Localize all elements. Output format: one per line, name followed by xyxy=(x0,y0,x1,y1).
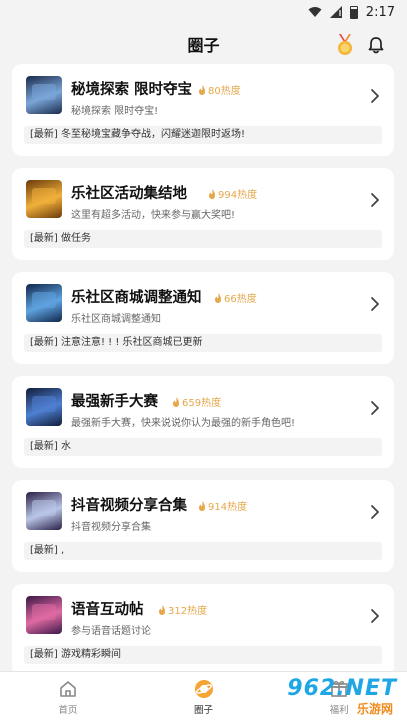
circle-heat-value: 994热度 xyxy=(218,190,258,201)
circle-heat-value: 914热度 xyxy=(208,502,248,513)
chevron-right-icon[interactable] xyxy=(370,608,380,624)
circle-description: 最强新手大赛，快来说说你认为最强的新手角色吧! xyxy=(71,418,296,429)
circle-thumbnail xyxy=(26,284,62,322)
flame-icon xyxy=(159,604,165,615)
circle-card[interactable]: 乐社区活动集结地 994热度 这里有超多活动，快来参与赢大奖吧! [最新] 做任… xyxy=(12,168,394,260)
signal-icon xyxy=(329,6,342,18)
circle-heat: 994热度 xyxy=(208,186,257,201)
latest-post[interactable]: [最新] 游戏精彩瞬间 xyxy=(24,646,382,664)
circle-card[interactable]: 抖音视频分享合集 914热度 抖音视频分享合集 [最新] , xyxy=(12,480,394,572)
circle-heat: 66热度 xyxy=(214,290,257,305)
circle-heat-value: 659热度 xyxy=(182,398,222,409)
home-icon xyxy=(60,681,76,697)
flame-icon xyxy=(209,188,215,199)
latest-post[interactable]: [最新] , xyxy=(24,542,382,560)
circle-thumbnail xyxy=(26,76,62,114)
medal-icon[interactable] xyxy=(335,34,355,56)
tab-circle-label: 圈子 xyxy=(194,705,214,716)
circle-title: 乐社区商城调整通知 xyxy=(71,290,202,306)
circle-card[interactable]: 乐社区商城调整通知 66热度 乐社区商城调整通知 [最新] 注意注意! ! ! … xyxy=(12,272,394,364)
circle-description: 参与语音话题讨论 xyxy=(71,626,151,637)
flame-icon xyxy=(215,292,221,303)
chevron-right-icon[interactable] xyxy=(370,504,380,520)
flame-icon xyxy=(199,500,205,511)
circle-heat-value: 312热度 xyxy=(168,606,208,617)
bell-icon[interactable] xyxy=(367,36,385,54)
circle-card[interactable]: 最强新手大赛 659热度 最强新手大赛，快来说说你认为最强的新手角色吧! [最新… xyxy=(12,376,394,468)
tab-circle[interactable]: 圈子 xyxy=(136,672,272,723)
circle-title: 最强新手大赛 xyxy=(71,394,158,410)
tab-home[interactable]: 首页 xyxy=(0,672,136,723)
latest-post[interactable]: [最新] 注意注意! ! ! 乐社区商城已更新 xyxy=(24,334,382,352)
circle-thumbnail xyxy=(26,596,62,634)
chevron-right-icon[interactable] xyxy=(370,400,380,416)
watermark-logo: 962.NET xyxy=(287,676,397,701)
status-icons xyxy=(308,5,358,19)
circle-description: 乐社区商城调整通知 xyxy=(71,314,161,325)
circle-thumbnail xyxy=(26,388,62,426)
circle-title: 秘境探索 限时夺宝 xyxy=(71,82,193,98)
circle-heat: 659热度 xyxy=(172,394,221,409)
app-bar: 圈子 xyxy=(0,24,407,64)
status-time: 2:17 xyxy=(365,4,395,20)
circle-card[interactable]: 秘境探索 限时夺宝 80热度 秘境探索 限时夺宝! [最新] 冬至秘境宝藏争夺战… xyxy=(12,64,394,156)
status-bar: 2:17 xyxy=(0,0,407,24)
circle-heat: 312热度 xyxy=(158,602,207,617)
battery-icon xyxy=(349,5,358,19)
chevron-right-icon[interactable] xyxy=(370,192,380,208)
circle-title: 语音互动帖 xyxy=(71,602,144,618)
chevron-right-icon[interactable] xyxy=(370,88,380,104)
watermark-subtitle: 乐游网 xyxy=(356,702,393,716)
circle-description: 秘境探索 限时夺宝! xyxy=(71,106,159,117)
tab-welfare-label: 福利 xyxy=(329,705,349,716)
circle-description: 这里有超多活动，快来参与赢大奖吧! xyxy=(71,210,236,221)
latest-post[interactable]: [最新] 水 xyxy=(24,438,382,456)
circle-card[interactable]: 语音互动帖 312热度 参与语音话题讨论 [最新] 游戏精彩瞬间 xyxy=(12,584,394,676)
circle-heat: 914热度 xyxy=(198,498,247,513)
circle-heat-value: 80热度 xyxy=(208,86,241,97)
circle-thumbnail xyxy=(26,180,62,218)
circle-title: 抖音视频分享合集 xyxy=(71,498,187,514)
page-title: 圈子 xyxy=(187,36,220,55)
flame-icon xyxy=(173,396,179,407)
circle-description: 抖音视频分享合集 xyxy=(71,522,151,533)
flame-icon xyxy=(199,84,205,95)
circle-list: 秘境探索 限时夺宝 80热度 秘境探索 限时夺宝! [最新] 冬至秘境宝藏争夺战… xyxy=(12,64,394,688)
planet-icon xyxy=(194,680,213,698)
circle-title: 乐社区活动集结地 xyxy=(71,186,187,202)
circle-heat: 80热度 xyxy=(198,82,241,97)
latest-post[interactable]: [最新] 做任务 xyxy=(24,230,382,248)
latest-post[interactable]: [最新] 冬至秘境宝藏争夺战，闪耀迷迦限时返场! xyxy=(24,126,382,144)
circle-heat-value: 66热度 xyxy=(224,294,257,305)
wifi-icon xyxy=(308,7,322,17)
chevron-right-icon[interactable] xyxy=(370,296,380,312)
circle-thumbnail xyxy=(26,492,62,530)
tab-home-label: 首页 xyxy=(58,705,78,716)
